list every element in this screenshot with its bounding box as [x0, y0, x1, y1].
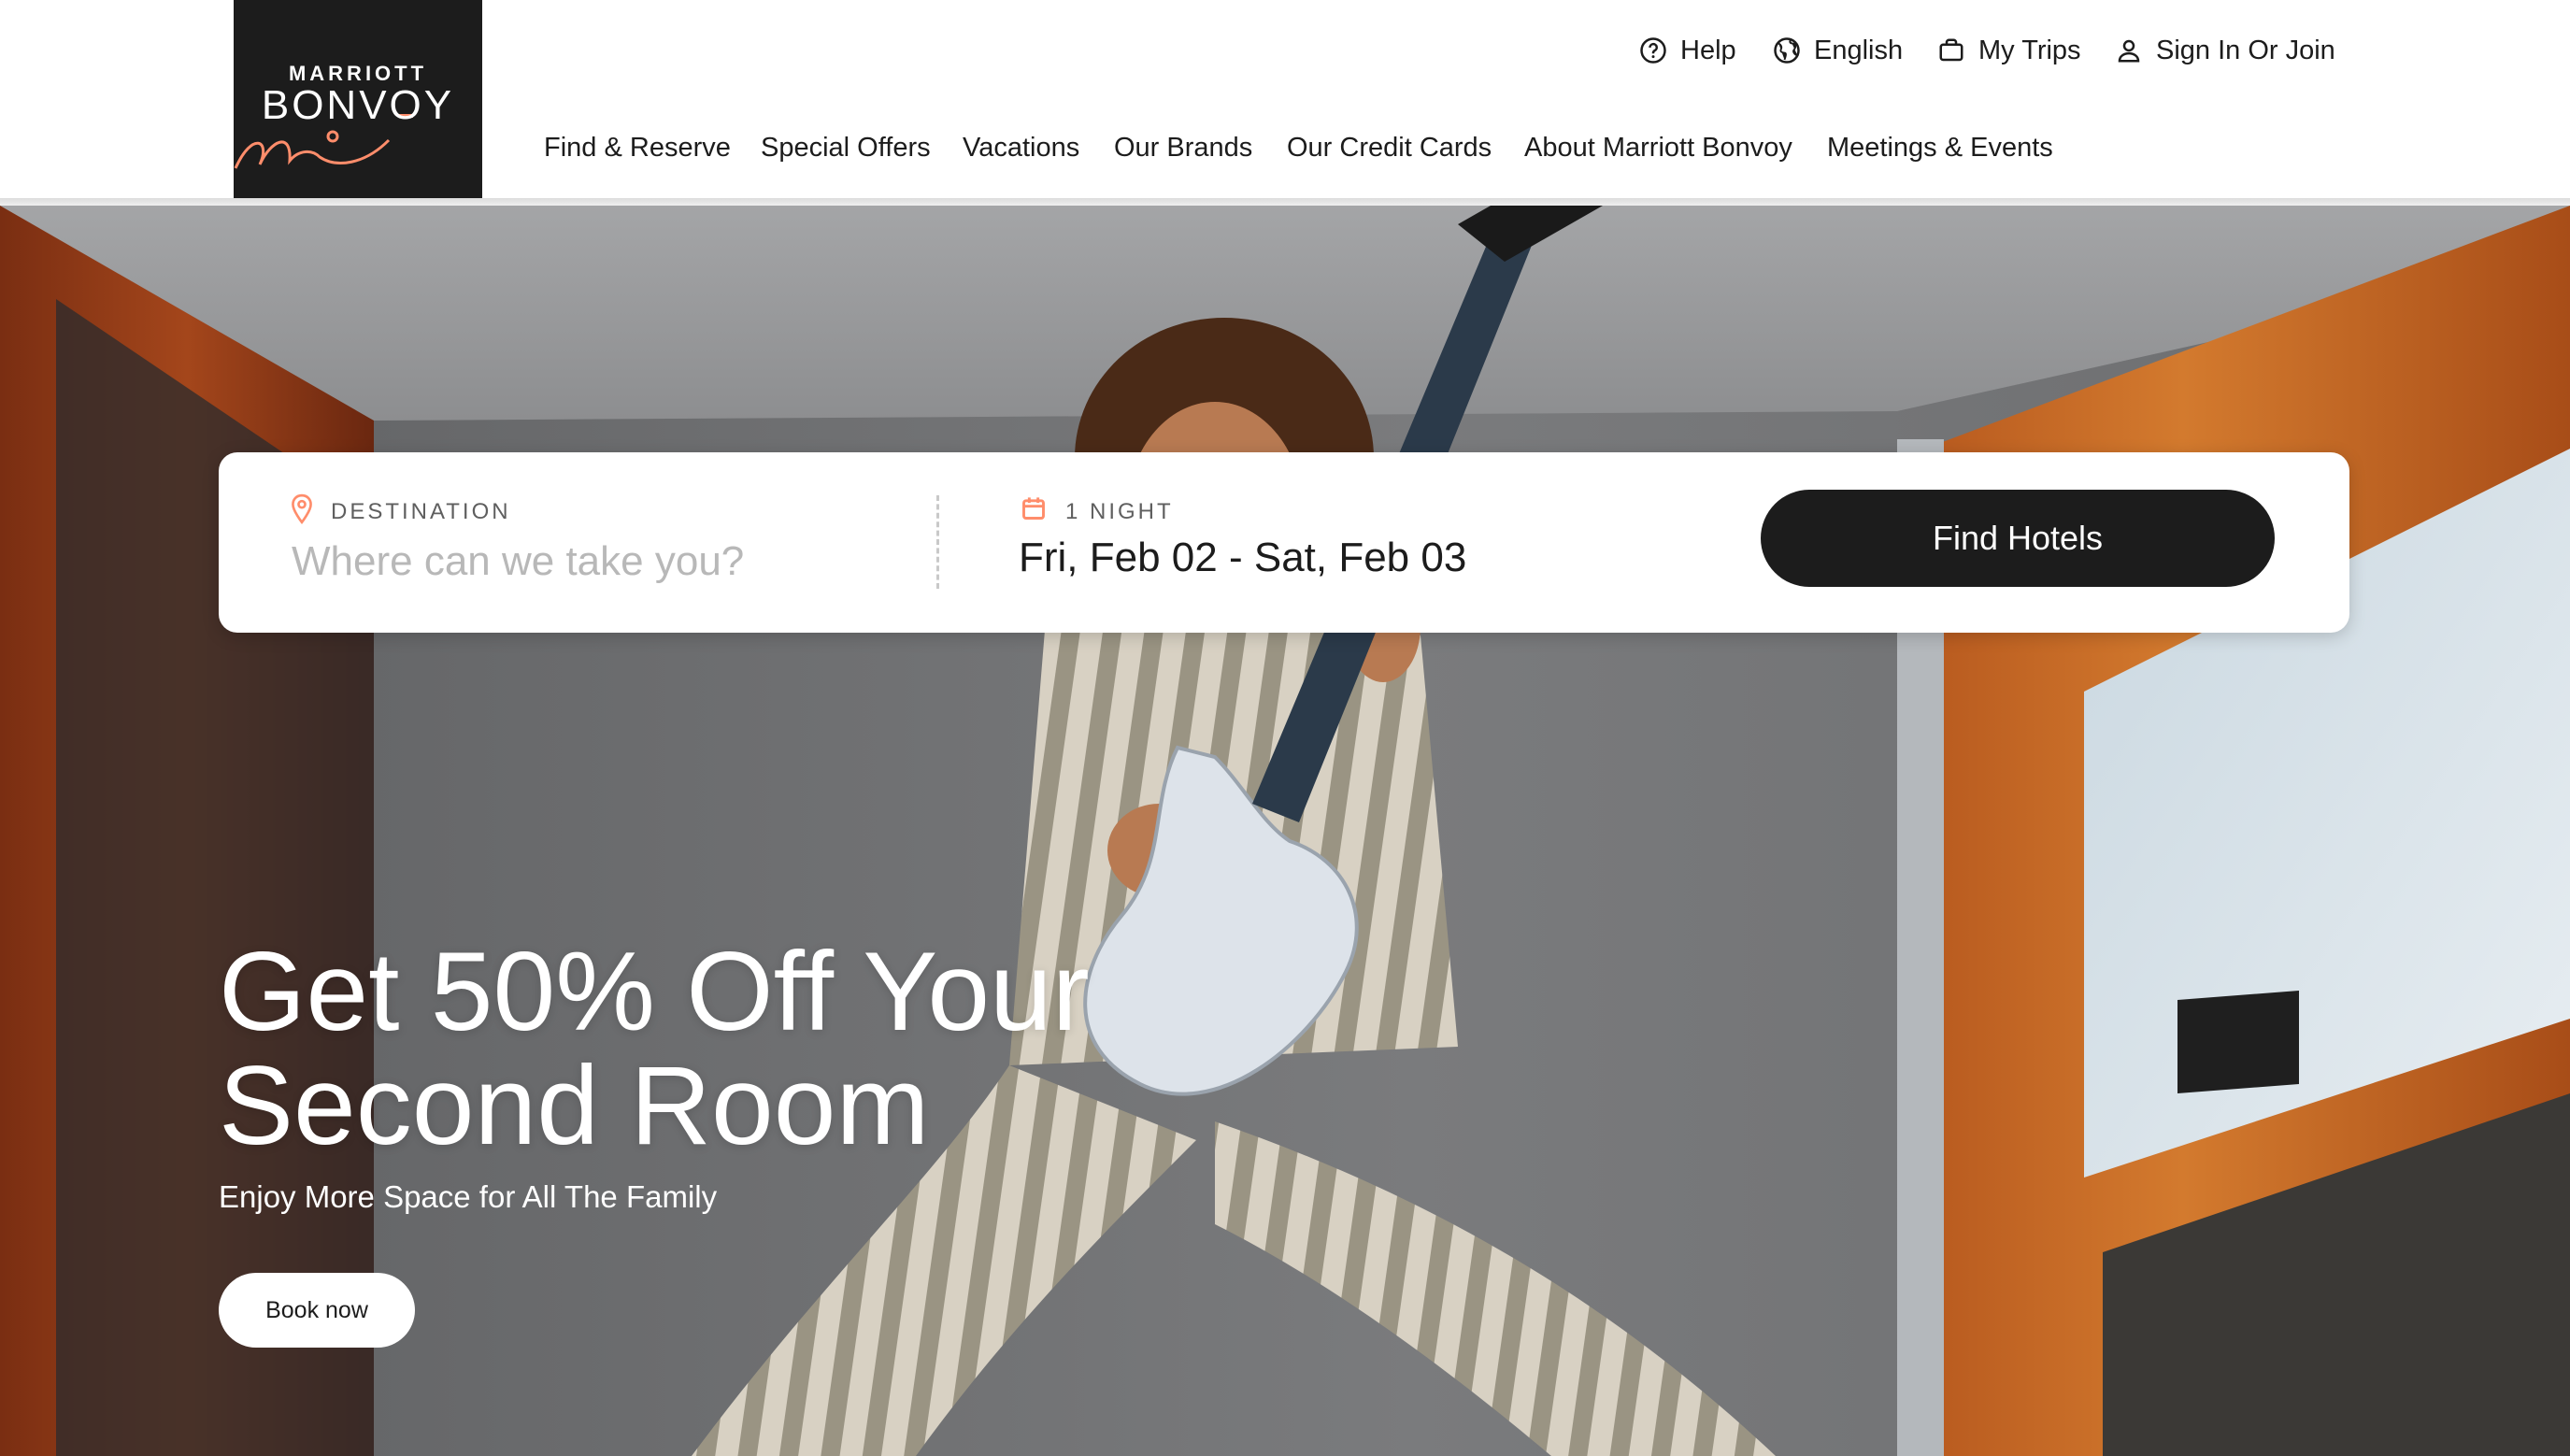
help-link[interactable]: Help	[1639, 34, 1736, 67]
destination-input[interactable]	[292, 529, 927, 594]
nav-vacations[interactable]: Vacations	[963, 133, 1079, 164]
logo-bonvoy-text: BONVOY	[261, 82, 455, 128]
hero-banner: DESTINATION 1 NIGHT Fri, Feb 02 - Sat, F…	[0, 206, 2570, 1456]
book-now-button[interactable]: Book now	[219, 1273, 415, 1348]
hero-image	[0, 206, 2570, 1456]
globe-icon	[1774, 37, 1800, 64]
marriott-bonvoy-logo[interactable]: MARRIOTT BONVOY	[234, 0, 482, 198]
hero-headline: Get 50% Off Your Second Room	[219, 935, 1340, 1163]
calendar-icon	[1022, 497, 1045, 520]
date-range-selector[interactable]: Fri, Feb 02 - Sat, Feb 03	[1019, 535, 1466, 581]
nav-meetings-events[interactable]: Meetings & Events	[1827, 133, 2053, 164]
nav-our-brands[interactable]: Our Brands	[1114, 133, 1252, 164]
sign-in-link[interactable]: Sign In Or Join	[2115, 34, 2335, 67]
hotel-search-bar: DESTINATION 1 NIGHT Fri, Feb 02 - Sat, F…	[219, 452, 2349, 633]
site-header: MARRIOTT BONVOY Help English My Trips Si…	[0, 0, 2570, 198]
find-hotels-button[interactable]: Find Hotels	[1761, 490, 2275, 587]
user-icon	[2118, 39, 2140, 63]
map-pin-icon	[292, 493, 312, 524]
nav-find-reserve[interactable]: Find & Reserve	[544, 133, 731, 164]
language-label: English	[1814, 35, 1904, 65]
hero-subheading: Enjoy More Space for All The Family	[219, 1179, 718, 1214]
destination-label: DESTINATION	[331, 499, 511, 524]
nav-special-offers[interactable]: Special Offers	[761, 133, 931, 164]
sign-in-label: Sign In Or Join	[2156, 35, 2335, 65]
header-divider	[0, 198, 2570, 206]
search-divider	[936, 495, 939, 589]
nav-about-bonvoy[interactable]: About Marriott Bonvoy	[1524, 133, 1792, 164]
hero-headline-line2: Second Room	[219, 1043, 930, 1168]
briefcase-icon	[1939, 38, 1963, 62]
language-selector[interactable]: English	[1773, 34, 1903, 67]
hero-headline-line1: Get 50% Off Your	[219, 929, 1090, 1054]
help-circle-icon	[1640, 37, 1666, 64]
my-trips-link[interactable]: My Trips	[1937, 34, 2081, 67]
my-trips-label: My Trips	[1978, 35, 2081, 65]
help-label: Help	[1680, 35, 1736, 65]
nav-credit-cards[interactable]: Our Credit Cards	[1287, 133, 1492, 164]
nights-label: 1 NIGHT	[1065, 499, 1174, 524]
